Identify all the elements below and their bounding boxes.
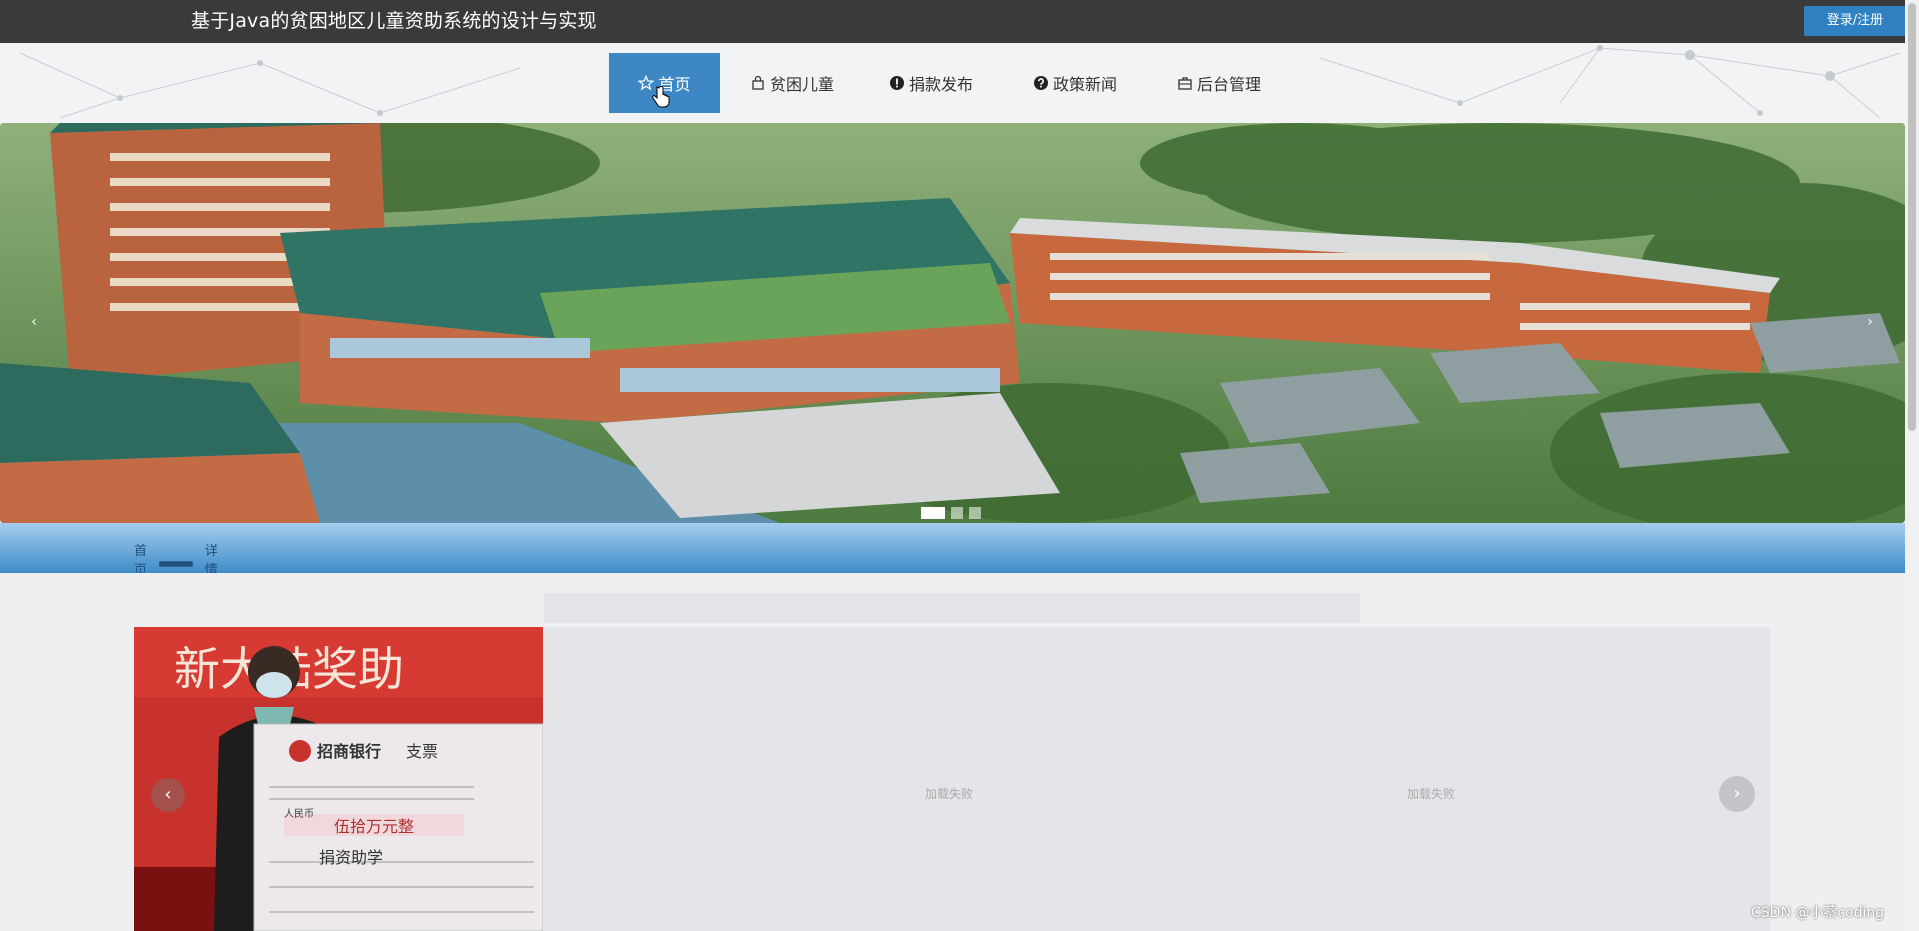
carousel-dot[interactable] bbox=[951, 507, 963, 519]
gallery-backdrop bbox=[544, 593, 1360, 623]
nav-item-donation[interactable]: 捐款发布 bbox=[859, 53, 1003, 113]
exclamation-circle-icon bbox=[890, 76, 905, 90]
site-title: 基于Java的贫困地区儿童资助系统的设计与实现 bbox=[191, 10, 597, 32]
image-gallery: 新大陆奖助 招商银行 支票 人民币 伍拾万元整 捐资助学 加载失败 加载失败 bbox=[134, 627, 1770, 931]
load-failed-text: 加载失败 bbox=[1407, 787, 1456, 801]
top-bar: 基于Java的贫困地区儿童资助系统的设计与实现 登录/注册 bbox=[0, 0, 1919, 43]
carousel-indicators bbox=[921, 507, 981, 519]
page-scrollbar[interactable] bbox=[1905, 0, 1919, 931]
nav-item-policy-news[interactable]: 政策新闻 bbox=[1003, 53, 1147, 113]
cheque-purpose: 捐资助学 bbox=[319, 848, 383, 867]
nav-item-label: 捐款发布 bbox=[909, 75, 974, 94]
carousel-prev-button[interactable]: ‹ bbox=[24, 312, 44, 332]
nav-area: 首页 贫困儿童 捐款发布 政策新闻 后台管理 bbox=[0, 43, 1905, 123]
cheque-bank-name: 招商银行 bbox=[317, 742, 381, 761]
carousel-dot[interactable] bbox=[969, 507, 981, 519]
bag-icon bbox=[752, 75, 764, 90]
gallery-next-button[interactable]: › bbox=[1719, 776, 1755, 812]
question-circle-icon bbox=[1034, 76, 1049, 90]
gallery-slide-donation-photo: 新大陆奖助 招商银行 支票 人民币 伍拾万元整 捐资助学 bbox=[134, 627, 543, 931]
nav-item-poor-children[interactable]: 贫困儿童 bbox=[720, 53, 859, 113]
hand-cursor-icon bbox=[652, 86, 670, 108]
nav-item-admin[interactable]: 后台管理 bbox=[1147, 53, 1291, 113]
main-nav: 首页 贫困儿童 捐款发布 政策新闻 后台管理 bbox=[609, 53, 1291, 113]
cheque-amount: 伍拾万元整 bbox=[334, 817, 414, 836]
nav-item-label: 政策新闻 bbox=[1053, 75, 1118, 94]
carousel-next-button[interactable]: › bbox=[1860, 312, 1880, 332]
watermark: CSDN @小蔡coding bbox=[1751, 905, 1885, 921]
nav-item-label: 后台管理 bbox=[1197, 75, 1262, 94]
carousel-dot[interactable] bbox=[921, 507, 945, 519]
cheque-type: 支票 bbox=[406, 742, 438, 761]
briefcase-icon bbox=[1178, 77, 1192, 90]
campus-image bbox=[0, 123, 1905, 523]
hero-carousel: ‹ › bbox=[0, 123, 1905, 523]
breadcrumb-band: 首页 详情信息 bbox=[0, 523, 1905, 616]
nav-item-label: 贫困儿童 bbox=[770, 75, 835, 94]
cheque-amount-label: 人民币 bbox=[284, 808, 314, 820]
load-failed-text: 加载失败 bbox=[925, 787, 974, 801]
login-register-button[interactable]: 登录/注册 bbox=[1804, 6, 1906, 36]
scrollbar-thumb[interactable] bbox=[1908, 3, 1916, 431]
gallery-prev-button[interactable]: ‹ bbox=[151, 778, 185, 812]
